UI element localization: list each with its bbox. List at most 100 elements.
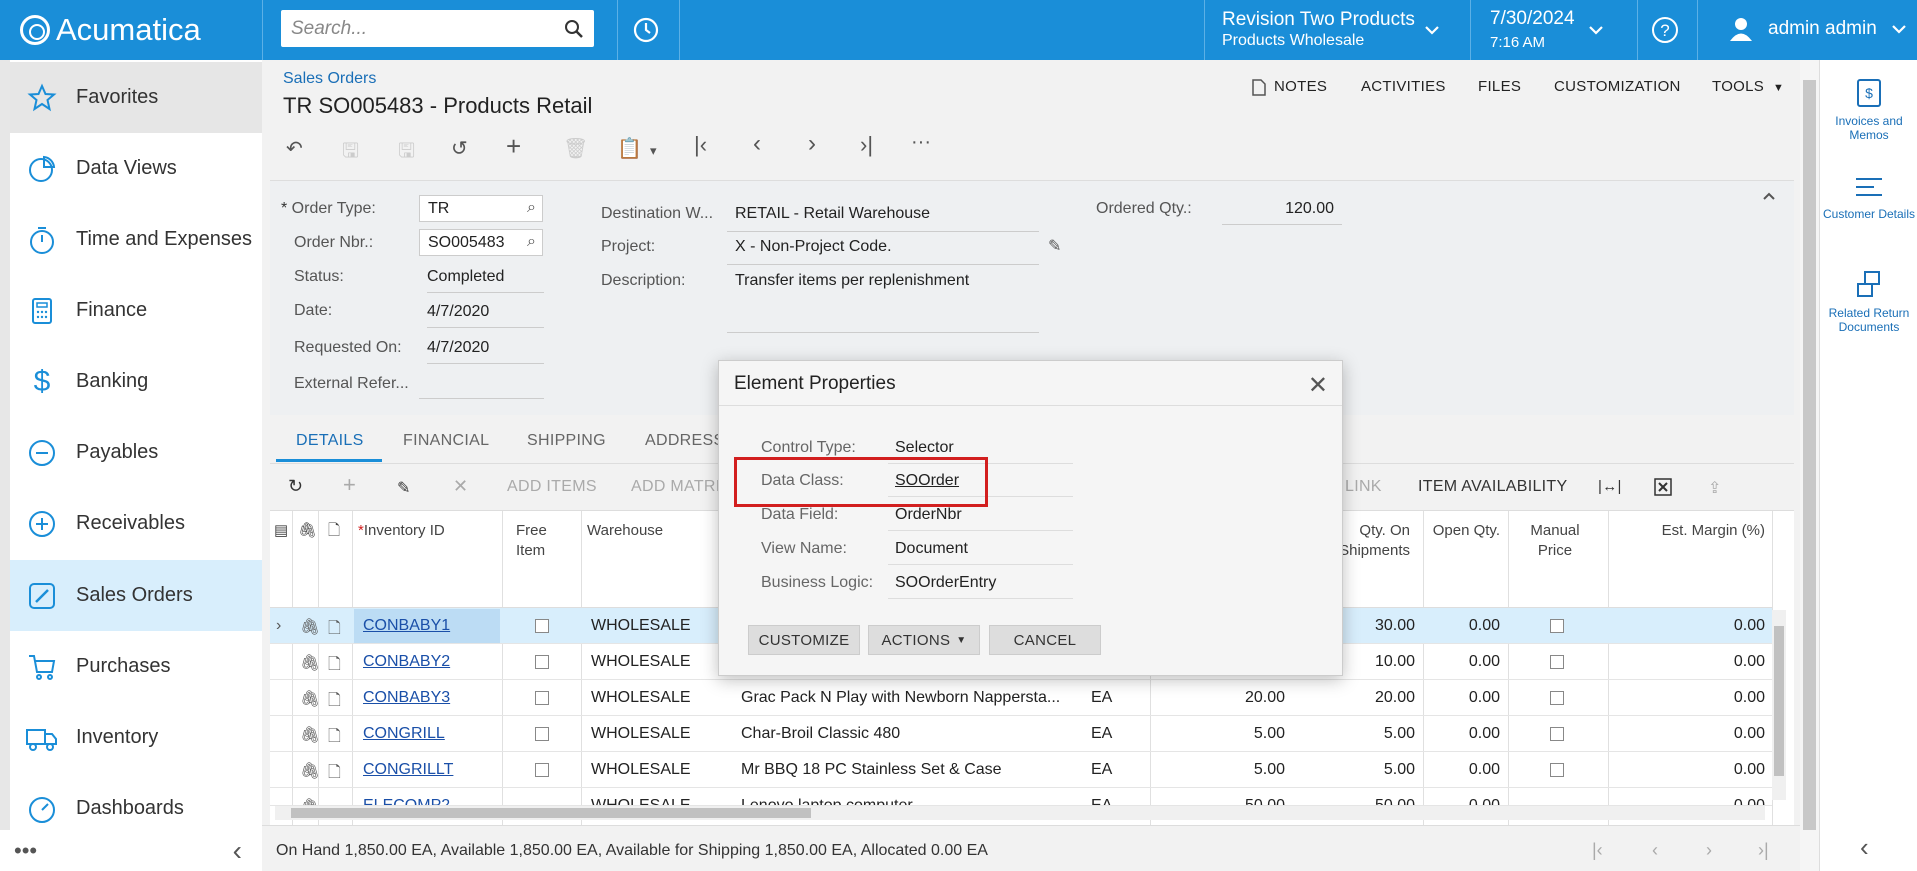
sidebar-item-favorites[interactable]: Favorites [10,62,262,133]
column-open-qty[interactable]: Open Qty. [1410,521,1500,541]
sidebar-item-inventory[interactable]: Inventory [10,702,262,773]
table-row[interactable]: 🖇 🗋 CONGRILL WHOLESALE Char-Broil Classi… [270,716,1772,752]
more-actions-icon[interactable]: ··· [911,131,931,154]
user-menu[interactable]: admin admin [1728,16,1907,42]
note-icon[interactable]: 🗋 [328,689,341,716]
cancel-button[interactable]: CANCEL [989,625,1101,655]
sidebar-item-sales-orders[interactable]: Sales Orders [10,560,262,631]
project-field[interactable]: X - Non-Project Code. [727,238,1039,265]
tab-financial[interactable]: FINANCIAL [403,432,489,450]
previous-record-icon[interactable]: ‹ [753,130,761,158]
inventory-id-link[interactable]: CONGRILLT [363,761,453,779]
collapse-form-icon[interactable] [1762,191,1776,201]
customization-link[interactable]: CUSTOMIZATION [1554,78,1681,95]
sidebar-item-time-expenses[interactable]: Time and Expenses [10,204,262,275]
copy-paste-icon[interactable]: 📋 [617,136,642,161]
tools-menu[interactable]: TOOLS [1712,78,1764,95]
undo-back-icon[interactable]: ↶ [286,136,303,161]
order-type-field[interactable]: TR ⌕ [419,195,543,222]
grid-horizontal-scrollbar[interactable] [275,806,1765,820]
first-record-icon[interactable]: |‹ [694,132,707,158]
attachment-icon[interactable]: 🖇 [300,797,320,805]
order-nbr-field[interactable]: SO005483 ⌕ [419,229,543,256]
row-settings-icon[interactable]: ▤ [274,521,288,541]
inventory-id-link[interactable]: ELECOMP2 [363,797,450,805]
sidebar-item-data-views[interactable]: Data Views [10,133,262,204]
delete-row-icon[interactable]: ✕ [453,476,468,497]
breadcrumb[interactable]: Sales Orders [283,70,592,88]
manual-price-checkbox[interactable] [1550,763,1564,777]
grid-vertical-scrollbar[interactable] [1772,610,1786,800]
column-est-margin[interactable]: Est. Margin (%) [1640,521,1765,541]
page-scrollbar[interactable] [1800,60,1819,871]
date-field[interactable]: 4/7/2020 [427,303,544,328]
next-page-icon[interactable]: › [1706,840,1712,861]
customer-details-link[interactable]: Customer Details [1820,175,1917,221]
manual-price-checkbox[interactable] [1550,619,1564,633]
sidebar-item-banking[interactable]: $ Banking [10,346,262,417]
tab-address[interactable]: ADDRESS [645,432,724,450]
acumatica-logo[interactable]: Acumatica [20,12,201,48]
inventory-id-link[interactable]: CONBABY1 [363,617,450,635]
tools-dropdown-icon[interactable]: ▼ [1773,82,1784,94]
link-button[interactable]: LINK [1345,478,1382,496]
search-icon[interactable]: ⌕ [527,233,536,251]
attachment-icon[interactable]: 🖇 [300,617,320,637]
delete-icon[interactable]: 🗑 [563,136,588,161]
chevron-down-icon[interactable] [1588,24,1604,36]
upload-icon[interactable]: ⇪ [1708,478,1722,498]
column-warehouse[interactable]: Warehouse [587,521,663,541]
tab-details[interactable]: DETAILS [296,432,364,450]
requested-on-field[interactable]: 4/7/2020 [427,339,544,364]
free-item-checkbox[interactable] [535,619,549,633]
last-record-icon[interactable]: ›| [860,132,873,158]
external-ref-field[interactable] [419,375,544,399]
customize-button[interactable]: CUSTOMIZE [748,625,860,655]
note-icon[interactable]: 🗋 [328,725,341,752]
search-icon[interactable]: ⌕ [527,199,536,217]
tab-shipping[interactable]: SHIPPING [527,432,606,450]
attachment-icon[interactable]: 🖇 [300,725,320,745]
table-row[interactable]: 🖇 🗋 CONGRILLT WHOLESALE Mr BBQ 18 PC Sta… [270,752,1772,788]
free-item-checkbox[interactable] [535,763,549,777]
destination-field[interactable]: RETAIL - Retail Warehouse [727,205,1039,232]
add-matrix-items-button[interactable]: ADD MATRI [631,478,721,496]
sidebar-item-receivables[interactable]: Receivables [10,488,262,559]
collapse-sidebar-icon[interactable]: ‹ [233,835,242,867]
manual-price-checkbox[interactable] [1550,691,1564,705]
row-expand-icon[interactable]: › [276,617,281,635]
next-record-icon[interactable]: › [808,130,816,158]
item-availability-button[interactable]: ITEM AVAILABILITY [1418,478,1567,496]
last-page-icon[interactable]: ›| [1758,840,1769,861]
fit-columns-icon[interactable]: |↔| [1598,478,1622,495]
more-icon[interactable]: ••• [14,838,37,864]
inventory-id-link[interactable]: CONBABY3 [363,689,450,707]
column-manual-price[interactable]: Manual Price [1520,521,1590,561]
cancel-icon[interactable]: ↺ [451,136,468,161]
table-row[interactable]: 🖇 🗋 CONBABY3 WHOLESALE Grac Pack N Play … [270,680,1772,716]
description-field[interactable]: Transfer items per replenishment [727,272,1039,333]
attachment-icon[interactable]: 🖇 [300,689,320,709]
related-return-documents-link[interactable]: Related Return Documents [1820,270,1917,334]
search-input[interactable] [291,17,564,40]
date-selector[interactable]: 7/30/2024 7:16 AM [1490,7,1575,55]
edit-row-icon[interactable]: ✎ [397,478,411,498]
save-icon[interactable]: 🖫 [398,136,415,170]
add-items-button[interactable]: ADD ITEMS [507,478,597,496]
free-item-checkbox[interactable] [535,691,549,705]
attachment-icon[interactable]: 🖇 [300,653,320,673]
edit-project-icon[interactable]: ✎ [1048,236,1061,256]
chevron-down-icon[interactable] [1424,24,1440,36]
search-box[interactable] [281,10,594,47]
note-icon[interactable]: 🗋 [328,653,341,680]
attachment-icon[interactable]: 🖇 [300,761,320,781]
sidebar-item-purchases[interactable]: Purchases [10,631,262,702]
sidebar-item-finance[interactable]: Finance [10,275,262,346]
actions-menu-button[interactable]: ACTIONS ▼ [868,625,980,655]
free-item-checkbox[interactable] [535,727,549,741]
add-row-icon[interactable]: + [343,472,356,498]
add-icon[interactable]: + [506,131,521,162]
free-item-checkbox[interactable] [535,655,549,669]
chevron-down-icon[interactable]: ▾ [650,143,657,159]
refresh-icon[interactable]: ↻ [288,476,303,497]
